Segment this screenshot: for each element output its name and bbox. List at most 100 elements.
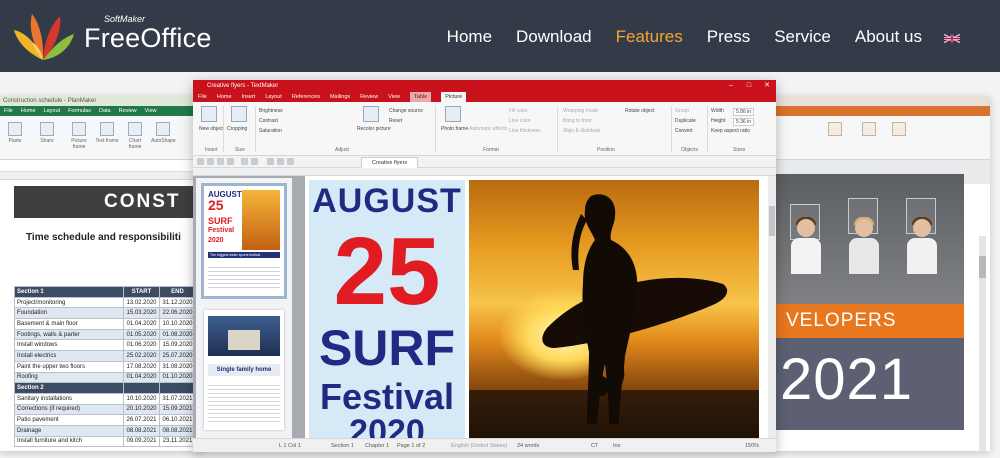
task-cell[interactable]: Install electrics	[14, 350, 124, 362]
start-cell[interactable]: 09.09.2021	[123, 435, 160, 448]
keep-ratio-checkbox[interactable]: Keep aspect ratio	[711, 128, 750, 134]
cropping-icon[interactable]	[231, 106, 247, 122]
formula-bar[interactable]	[0, 160, 205, 172]
tab-file[interactable]: File	[198, 92, 207, 102]
task-cell[interactable]: Footings, walls & parter	[14, 328, 124, 341]
start-cell[interactable]: 01.06.2020	[123, 339, 160, 352]
rotate-label[interactable]: Rotate object	[625, 108, 654, 114]
picture-frame-icon[interactable]	[72, 122, 86, 136]
scroll-thumb[interactable]	[979, 256, 986, 278]
start-cell[interactable]: 26.07.2021	[123, 414, 160, 426]
document-page[interactable]: AUGUST 25 SURF Festival 2020	[305, 176, 769, 438]
cut-icon[interactable]	[267, 158, 274, 165]
share-icon[interactable]	[40, 122, 54, 136]
save-icon[interactable]	[217, 158, 224, 165]
section-title[interactable]: Section 2	[14, 382, 124, 394]
planmaker-tab[interactable]: File	[4, 106, 13, 116]
reset-label[interactable]: Reset	[389, 118, 402, 124]
tab-layout[interactable]: Layout	[265, 92, 282, 102]
nav-press[interactable]: Press	[707, 27, 750, 47]
task-cell[interactable]: Basement & main floor	[14, 318, 124, 330]
auto-effects-label[interactable]: Automatic effects	[469, 126, 507, 132]
task-cell[interactable]: Project/monitoring	[14, 296, 124, 309]
section-title[interactable]: Section 1	[14, 286, 124, 298]
planmaker-tab[interactable]: Data	[99, 106, 111, 116]
tab-table[interactable]: Table	[410, 92, 432, 102]
copy-icon[interactable]	[277, 158, 284, 165]
start-header[interactable]: START	[123, 286, 160, 298]
task-cell[interactable]: Paint the upper two floors	[14, 360, 124, 373]
planmaker-tab[interactable]: Review	[119, 106, 137, 116]
task-cell[interactable]: Install windows	[14, 339, 124, 352]
start-header[interactable]	[123, 382, 160, 394]
end-cell[interactable]: 01.10.2020	[159, 371, 196, 384]
planmaker-tab[interactable]: Formulas	[68, 106, 91, 116]
freeoffice-logo-icon[interactable]	[10, 8, 76, 64]
tab-home[interactable]: Home	[217, 92, 232, 102]
nav-home[interactable]: Home	[447, 27, 492, 47]
open-icon[interactable]	[207, 158, 214, 165]
start-cell[interactable]: 20.10.2020	[123, 403, 160, 416]
scroll-thumb[interactable]	[769, 206, 775, 236]
tab-review[interactable]: Review	[360, 92, 378, 102]
task-cell[interactable]: Patio pavement	[14, 414, 124, 426]
vertical-scrollbar[interactable]	[979, 236, 986, 451]
document-tab[interactable]: Creative flyers	[361, 157, 419, 168]
tab-view[interactable]: View	[388, 92, 400, 102]
cropping-label[interactable]: Cropping	[227, 126, 247, 132]
end-cell[interactable]: 31.07.2021	[159, 392, 196, 405]
start-cell[interactable]: 15.03.2020	[123, 307, 160, 320]
nav-download[interactable]: Download	[516, 27, 592, 47]
close-icon[interactable]: ✕	[758, 80, 776, 92]
task-cell[interactable]: Drainage	[14, 424, 124, 437]
end-cell[interactable]: 15.09.2021	[159, 403, 196, 416]
maximize-icon[interactable]: □	[740, 80, 758, 92]
chart-frame-icon[interactable]	[128, 122, 142, 136]
poster-text-block[interactable]: AUGUST 25 SURF Festival 2020	[309, 180, 465, 438]
nav-features[interactable]: Features	[616, 27, 683, 47]
slide-canvas[interactable]: VELOPERS 2021	[776, 174, 964, 430]
wrapping-label[interactable]: Wrapping mode	[563, 108, 598, 114]
new-object-label[interactable]: New object	[199, 126, 224, 132]
task-cell[interactable]: Install furniture and kitch	[14, 435, 124, 448]
paste-icon[interactable]	[8, 122, 22, 136]
tab-mailings[interactable]: Mailings	[330, 92, 350, 102]
task-cell[interactable]: Roofing	[14, 371, 124, 384]
line-thickness-label[interactable]: Line thickness	[509, 128, 541, 134]
print-icon[interactable]	[227, 158, 234, 165]
fill-color-label[interactable]: Fill color	[509, 108, 528, 114]
tab-picture[interactable]: Picture	[441, 92, 467, 102]
task-cell[interactable]: Corrections (if required)	[14, 403, 124, 416]
new-icon[interactable]	[197, 158, 204, 165]
header-footer-icon[interactable]	[862, 122, 876, 136]
end-cell[interactable]: 06.10.2021	[159, 414, 196, 426]
start-cell[interactable]: 08.08.2021	[123, 424, 160, 437]
start-cell[interactable]: 01.05.2020	[123, 328, 160, 341]
symbol-icon[interactable]	[892, 122, 906, 136]
width-input[interactable]: 5.86 in	[733, 108, 755, 116]
end-cell[interactable]: 10.10.2020	[159, 318, 196, 330]
nav-service[interactable]: Service	[774, 27, 831, 47]
align-label[interactable]: Align & distribute	[563, 128, 601, 134]
planmaker-tab[interactable]: View	[145, 106, 157, 116]
duplicate-label[interactable]: Duplicate	[675, 118, 696, 124]
tab-insert[interactable]: Insert	[242, 92, 256, 102]
thumbnail-page-2[interactable]: Single family home	[204, 310, 284, 430]
bring-front-label[interactable]: Bring to front	[563, 118, 592, 124]
paste-icon[interactable]	[287, 158, 294, 165]
start-cell[interactable]: 13.02.2020	[123, 296, 160, 309]
photo-frame-icon[interactable]	[445, 106, 461, 122]
end-cell[interactable]: 31.08.2020	[159, 360, 196, 373]
text-frame-icon[interactable]	[100, 122, 114, 136]
end-cell[interactable]: 08.08.2021	[159, 424, 196, 437]
recolor-label[interactable]: Recolor picture	[357, 126, 391, 132]
end-header[interactable]: END	[159, 286, 196, 298]
start-cell[interactable]: 25.02.2020	[123, 350, 160, 362]
start-cell[interactable]: 17.08.2020	[123, 360, 160, 373]
status-zoom[interactable]: 150%	[745, 443, 759, 449]
planmaker-tab[interactable]: Layout	[44, 106, 61, 116]
line-color-label[interactable]: Line color	[509, 118, 531, 124]
undo-icon[interactable]	[241, 158, 248, 165]
saturation-label[interactable]: Saturation	[259, 128, 282, 134]
surfer-photo[interactable]	[469, 180, 759, 438]
